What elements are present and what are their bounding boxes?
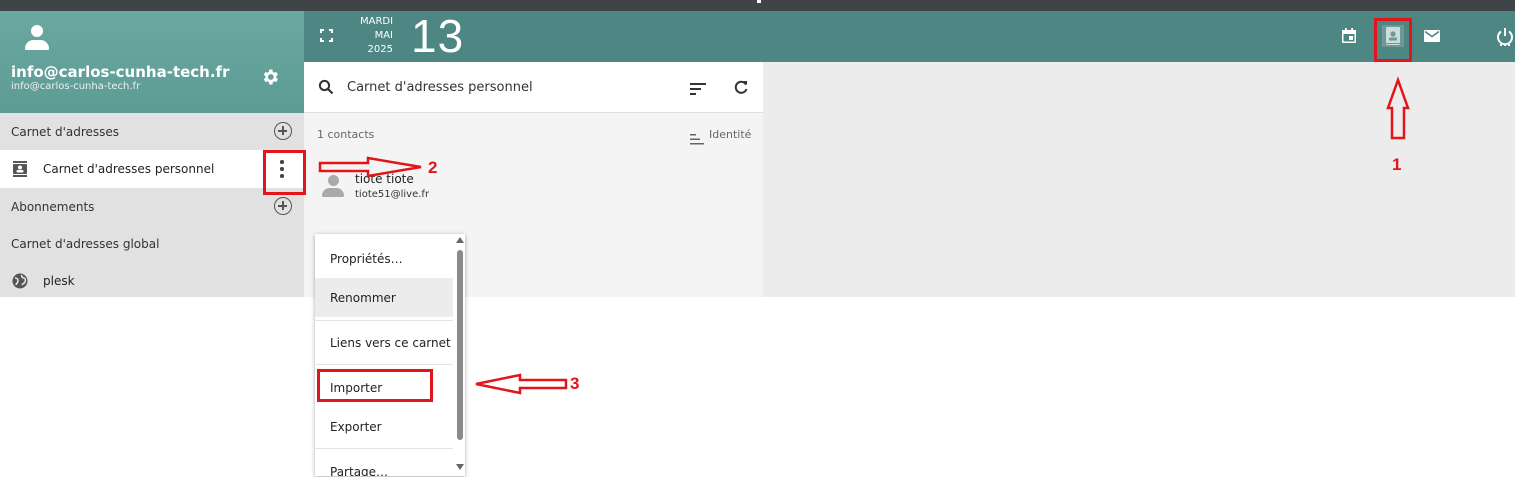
arrow-left-3 <box>475 373 568 395</box>
annotation-number-3: 3 <box>570 374 580 393</box>
annotation-number-1: 1 <box>1392 155 1402 174</box>
arrow-right-2 <box>318 156 422 178</box>
arrow-up-1 <box>1386 76 1410 140</box>
annotation-arrows <box>318 76 1410 395</box>
annotation-number-2: 2 <box>428 158 438 177</box>
